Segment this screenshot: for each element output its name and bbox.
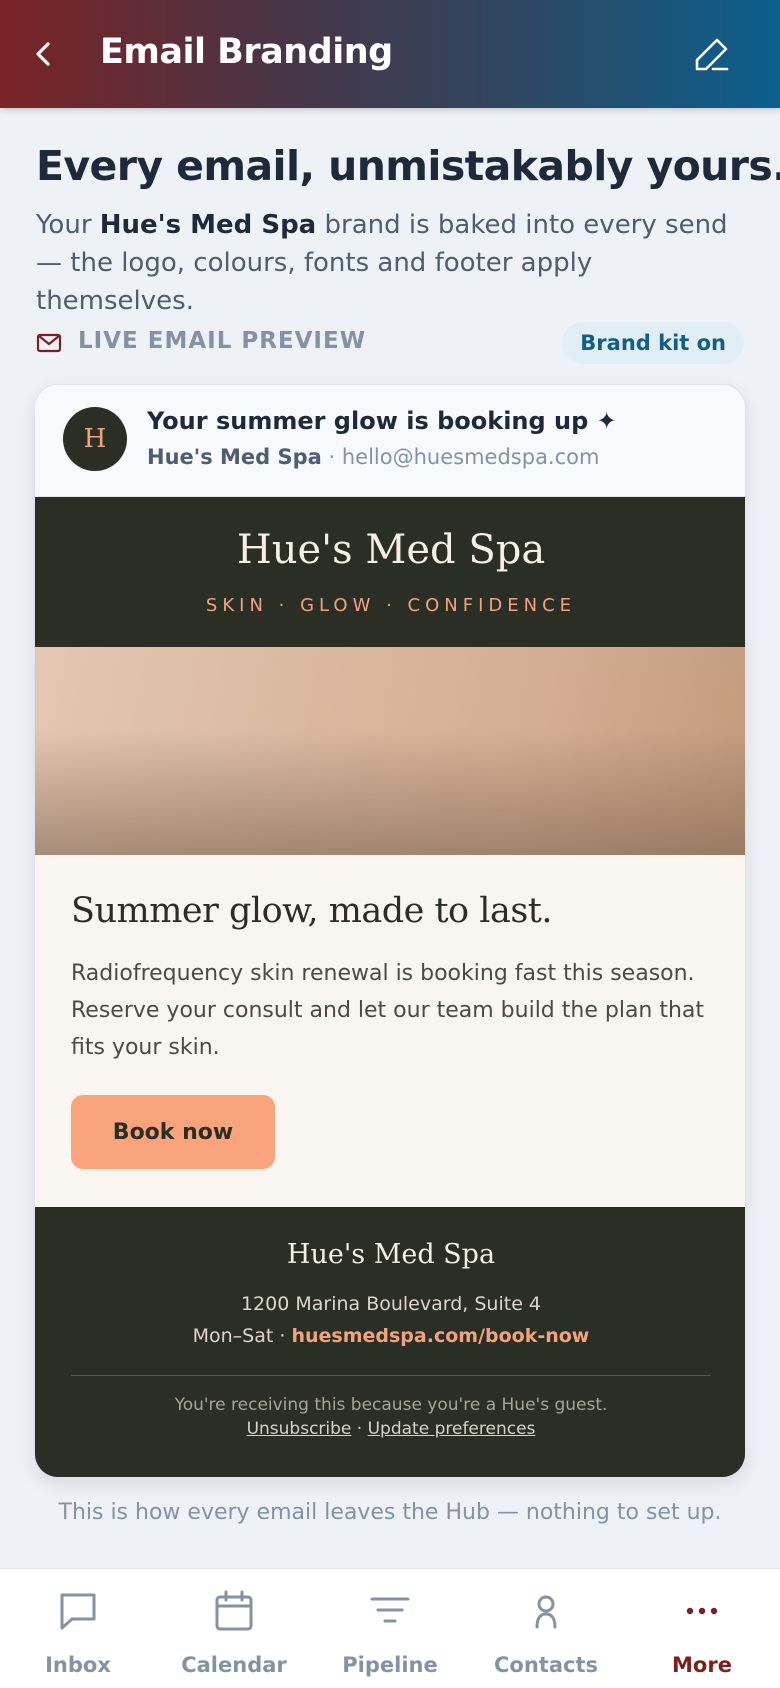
footer-links: Unsubscribe · Update preferences [35,1419,745,1439]
nav-item-calendar[interactable]: Calendar [156,1569,312,1688]
footer-booking-link[interactable]: huesmedspa.com/book-now [291,1325,589,1347]
footer-hours: Mon–Sat · huesmedspa.com/book-now [35,1325,745,1347]
email-hero-image [35,647,745,855]
chevron-left-icon [36,42,50,66]
email-preview-card: H Your summer glow is booking up ✦ Hue's… [34,384,746,1478]
email-sender: Hue's Med Spa · hello@huesmedspa.com [147,445,599,469]
email-body-text: Radiofrequency skin renewal is booking f… [71,961,705,1060]
top-app-bar: Email Branding [0,0,780,108]
footer-links-separator: · [351,1419,368,1439]
footer-note: You're receiving this because you're a H… [174,1395,608,1415]
preview-section-header: LIVE EMAIL PREVIEW Brand kit on [36,322,744,364]
nav-label-more: More [672,1653,732,1677]
back-button[interactable] [22,32,66,76]
nav-item-pipeline[interactable]: Pipeline [312,1569,468,1688]
page-title: Email Branding [100,32,393,72]
nav-label-contacts: Contacts [494,1653,598,1677]
more-dots-icon [686,1607,718,1615]
hero-subtitle-pre: Your [36,210,100,240]
footer-hours-text: Mon–Sat · [192,1325,292,1347]
chat-bubble-icon [60,1593,96,1630]
person-icon [535,1595,557,1629]
sender-email: hello@huesmedspa.com [341,445,600,469]
mail-icon [36,333,62,353]
hero-subtitle-brand: Hue's Med Spa [99,210,317,240]
nav-label-inbox: Inbox [45,1653,111,1677]
pencil-icon [695,38,729,71]
hero-subtitle: Your Hue's Med Spa brand is baked into e… [36,206,746,320]
brand-kit-badge: Brand kit on [562,322,744,364]
email-footer: Hue's Med Spa 1200 Marina Boulevard, Sui… [35,1207,745,1477]
edit-button[interactable] [688,30,736,78]
footer-divider [71,1375,711,1376]
banner-tagline: SKIN · GLOW · CONFIDENCE [205,595,577,616]
avatar: H [63,407,127,471]
sender-separator: · [321,445,342,469]
email-subject: Your summer glow is booking up ✦ [147,407,617,435]
book-now-button[interactable]: Book now [71,1095,275,1169]
unsubscribe-link[interactable]: Unsubscribe [247,1419,352,1439]
update-preferences-link[interactable]: Update preferences [368,1419,536,1439]
email-body: Summer glow, made to last. Radiofrequenc… [35,855,745,1207]
footer-address: 1200 Marina Boulevard, Suite 4 [240,1293,542,1315]
sender-name: Hue's Med Spa [147,445,322,469]
calendar-icon [215,1590,253,1631]
bottom-nav: Inbox Calendar Pipeline Contacts More [0,1568,780,1688]
preview-caption: This is how every email leaves the Hub —… [58,1500,722,1525]
section-label: LIVE EMAIL PREVIEW [78,328,367,354]
email-brand-banner: Hue's Med Spa SKIN · GLOW · CONFIDENCE [35,497,745,647]
nav-label-calendar: Calendar [181,1653,287,1677]
nav-item-inbox[interactable]: Inbox [0,1569,156,1688]
hero-title: Every email, unmistakably yours. [36,142,780,190]
nav-item-contacts[interactable]: Contacts [468,1569,624,1688]
email-body-title: Summer glow, made to last. [71,891,552,931]
nav-label-pipeline: Pipeline [342,1653,438,1677]
email-header: H Your summer glow is booking up ✦ Hue's… [35,385,745,497]
footer-brand-name: Hue's Med Spa [286,1239,496,1270]
filter-icon [370,1597,410,1623]
banner-brand-name: Hue's Med Spa [236,527,546,573]
nav-item-more[interactable]: More [624,1569,780,1688]
